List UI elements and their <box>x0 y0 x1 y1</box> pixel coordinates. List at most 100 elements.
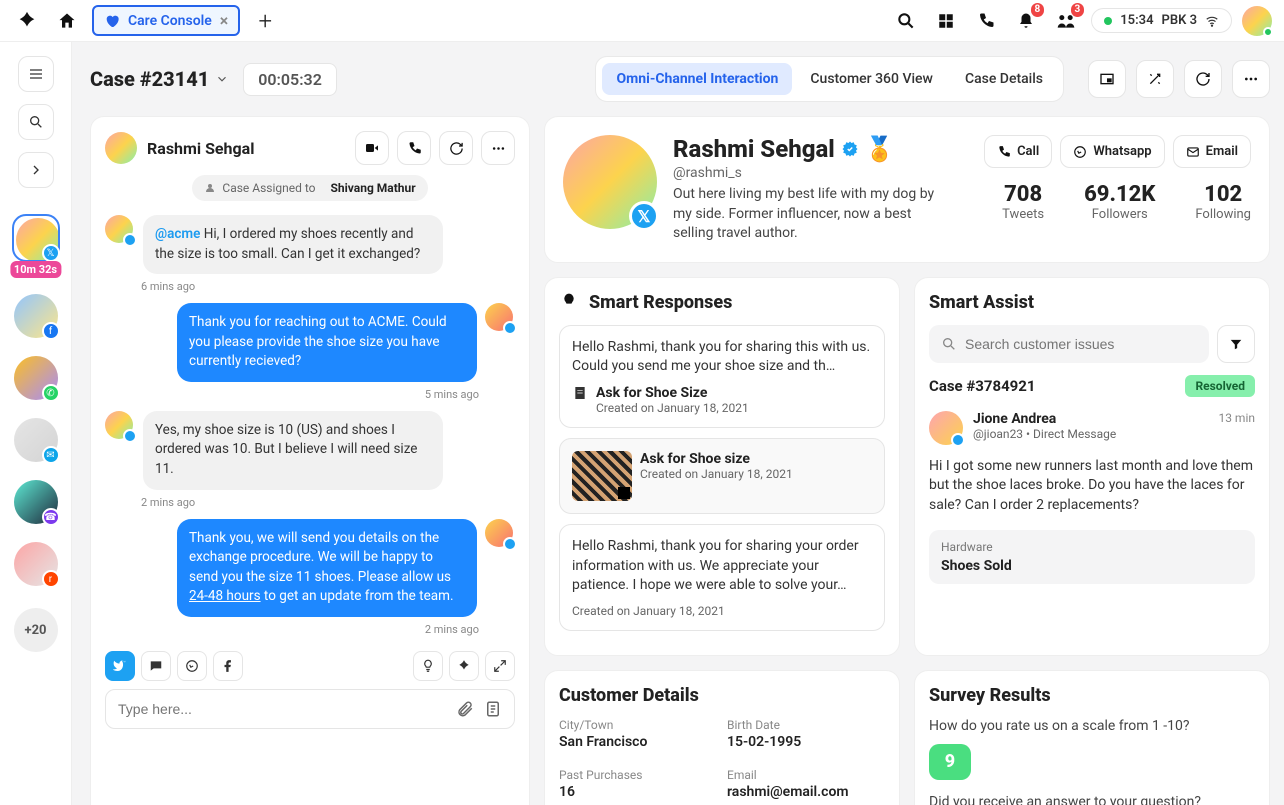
contact-item-5[interactable]: ☎ <box>14 480 58 524</box>
smart-response-item[interactable]: Ask for Shoe sizeCreated on January 18, … <box>559 438 885 514</box>
email-button[interactable]: Email <box>1173 135 1251 168</box>
more-button[interactable] <box>1232 60 1270 98</box>
profile-name: Rashmi Sehgal <box>673 135 835 163</box>
social-button[interactable]: 3 <box>1051 6 1081 36</box>
refresh-button[interactable] <box>1184 60 1222 98</box>
assist-message: Hi I got some new runners last month and… <box>929 457 1255 516</box>
case-tabs: Omni-Channel Interaction Customer 360 Vi… <box>595 56 1064 102</box>
assist-search-input[interactable] <box>965 336 1197 352</box>
case-timer: 00:05:32 <box>243 63 337 96</box>
tab-omni[interactable]: Omni-Channel Interaction <box>602 63 792 95</box>
message-out: Thank you for reaching out to ACME. Coul… <box>177 303 477 382</box>
detail-purchases: 16 <box>559 784 717 800</box>
message-time: 6 mins ago <box>105 280 515 303</box>
case-id[interactable]: Case #23141 <box>90 67 229 91</box>
chevron-down-icon <box>215 72 229 86</box>
rail-expand-button[interactable] <box>18 152 54 188</box>
video-call-button[interactable] <box>355 131 389 165</box>
status-time: 15:34 <box>1120 13 1153 28</box>
message-input[interactable] <box>118 701 446 717</box>
home-button[interactable] <box>52 6 82 36</box>
channel-twitter[interactable] <box>105 651 135 681</box>
reddit-icon: r <box>42 570 60 588</box>
message-in: Yes, my shoe size is 10 (US) and shoes I… <box>143 411 443 490</box>
assist-tag: Hardware Shoes Sold <box>929 530 1255 584</box>
magic-button[interactable] <box>1136 60 1174 98</box>
assist-search[interactable] <box>929 325 1209 363</box>
close-tab-icon[interactable]: × <box>220 11 229 30</box>
wifi-icon <box>1205 14 1219 28</box>
filter-button[interactable] <box>1217 325 1255 363</box>
menu-button[interactable] <box>18 56 54 92</box>
smart-assist-card: Smart Assist Case #3784921 Resolved <box>914 277 1270 656</box>
survey-q1: How do you rate us on a scale from 1 -10… <box>929 718 1255 734</box>
add-tab-button[interactable]: + <box>250 6 280 36</box>
contact-item-4[interactable]: ✉ <box>14 418 58 462</box>
pip-button[interactable] <box>1088 60 1126 98</box>
msg-avatar <box>105 215 135 245</box>
profile-avatar: 𝕏 <box>563 135 657 229</box>
channel-sms[interactable] <box>141 651 171 681</box>
profile-handle: @rashmi_s <box>673 165 968 181</box>
stat-following: 102Following <box>1195 182 1251 222</box>
conv-avatar <box>105 132 137 164</box>
assist-avatar <box>929 411 963 445</box>
notes-icon[interactable] <box>484 700 502 718</box>
assist-case-id[interactable]: Case #3784921 <box>929 377 1036 395</box>
smart-responses-card: Smart Responses Hello Rashmi, thank you … <box>544 277 900 656</box>
notifications-count: 8 <box>1031 3 1045 17</box>
assist-time: 13 min <box>1218 411 1255 425</box>
expand-button[interactable] <box>485 651 515 681</box>
search-icon <box>941 336 957 352</box>
twitter-icon <box>503 537 517 551</box>
whatsapp-icon: ✆ <box>42 384 60 402</box>
contact-item-1[interactable]: 𝕏 10m 32s <box>14 216 58 260</box>
channel-whatsapp[interactable] <box>177 651 207 681</box>
stat-tweets: 708Tweets <box>1002 182 1044 222</box>
contact-item-2[interactable]: f <box>14 294 58 338</box>
smart-suggest-button[interactable] <box>413 651 443 681</box>
contact-item-3[interactable]: ✆ <box>14 356 58 400</box>
workspace-tab[interactable]: Care Console × <box>92 5 240 36</box>
facebook-icon: f <box>42 322 60 340</box>
search-button[interactable] <box>891 6 921 36</box>
conversation-card: Rashmi Sehgal Case Assigned to Shivang M… <box>90 116 530 805</box>
call-button[interactable]: Call <box>984 135 1052 168</box>
whatsapp-button[interactable]: Whatsapp <box>1060 135 1164 168</box>
conv-refresh-button[interactable] <box>439 131 473 165</box>
tab-360[interactable]: Customer 360 View <box>796 63 947 95</box>
notifications-button[interactable]: 8 <box>1011 6 1041 36</box>
contact-item-6[interactable]: r <box>14 542 58 586</box>
stat-followers: 69.12KFollowers <box>1084 182 1155 222</box>
user-avatar[interactable] <box>1242 6 1272 36</box>
profile-bio: Out here living my best life with my dog… <box>673 185 953 244</box>
workspace-tab-label: Care Console <box>128 13 212 29</box>
twitter-icon: 𝕏 <box>629 201 659 231</box>
rail-search-button[interactable] <box>18 104 54 140</box>
conv-name: Rashmi Sehgal <box>147 139 254 158</box>
more-contacts-button[interactable]: +20 <box>14 608 58 652</box>
status-pill[interactable]: 15:34 PBK 3 <box>1091 8 1232 33</box>
viber-icon: ☎ <box>42 508 60 526</box>
conv-more-button[interactable] <box>481 131 515 165</box>
logo-icon <box>12 6 42 36</box>
smart-response-item[interactable]: Hello Rashmi, thank you for sharing this… <box>559 325 885 428</box>
twitter-icon <box>123 429 137 443</box>
status-badge: Resolved <box>1185 375 1255 397</box>
msg-avatar <box>105 411 135 441</box>
voice-call-button[interactable] <box>397 131 431 165</box>
lightbulb-icon <box>559 292 579 312</box>
profile-card: 𝕏 Rashmi Sehgal 🏅 @rashmi_s Out here liv… <box>544 116 1270 263</box>
contact-timer: 10m 32s <box>10 261 61 278</box>
smart-response-item[interactable]: Hello Rashmi, thank you for sharing your… <box>559 524 885 631</box>
branding-button[interactable] <box>449 651 479 681</box>
tab-details[interactable]: Case Details <box>951 63 1057 95</box>
message-input-box <box>105 689 515 729</box>
assign-chip: Case Assigned to Shivang Mathur <box>192 175 427 201</box>
attachment-icon[interactable] <box>456 700 474 718</box>
apps-button[interactable] <box>931 6 961 36</box>
messenger-icon: ✉ <box>42 446 60 464</box>
twitter-icon: 𝕏 <box>42 244 60 262</box>
dialer-button[interactable] <box>971 6 1001 36</box>
channel-facebook[interactable] <box>213 651 243 681</box>
